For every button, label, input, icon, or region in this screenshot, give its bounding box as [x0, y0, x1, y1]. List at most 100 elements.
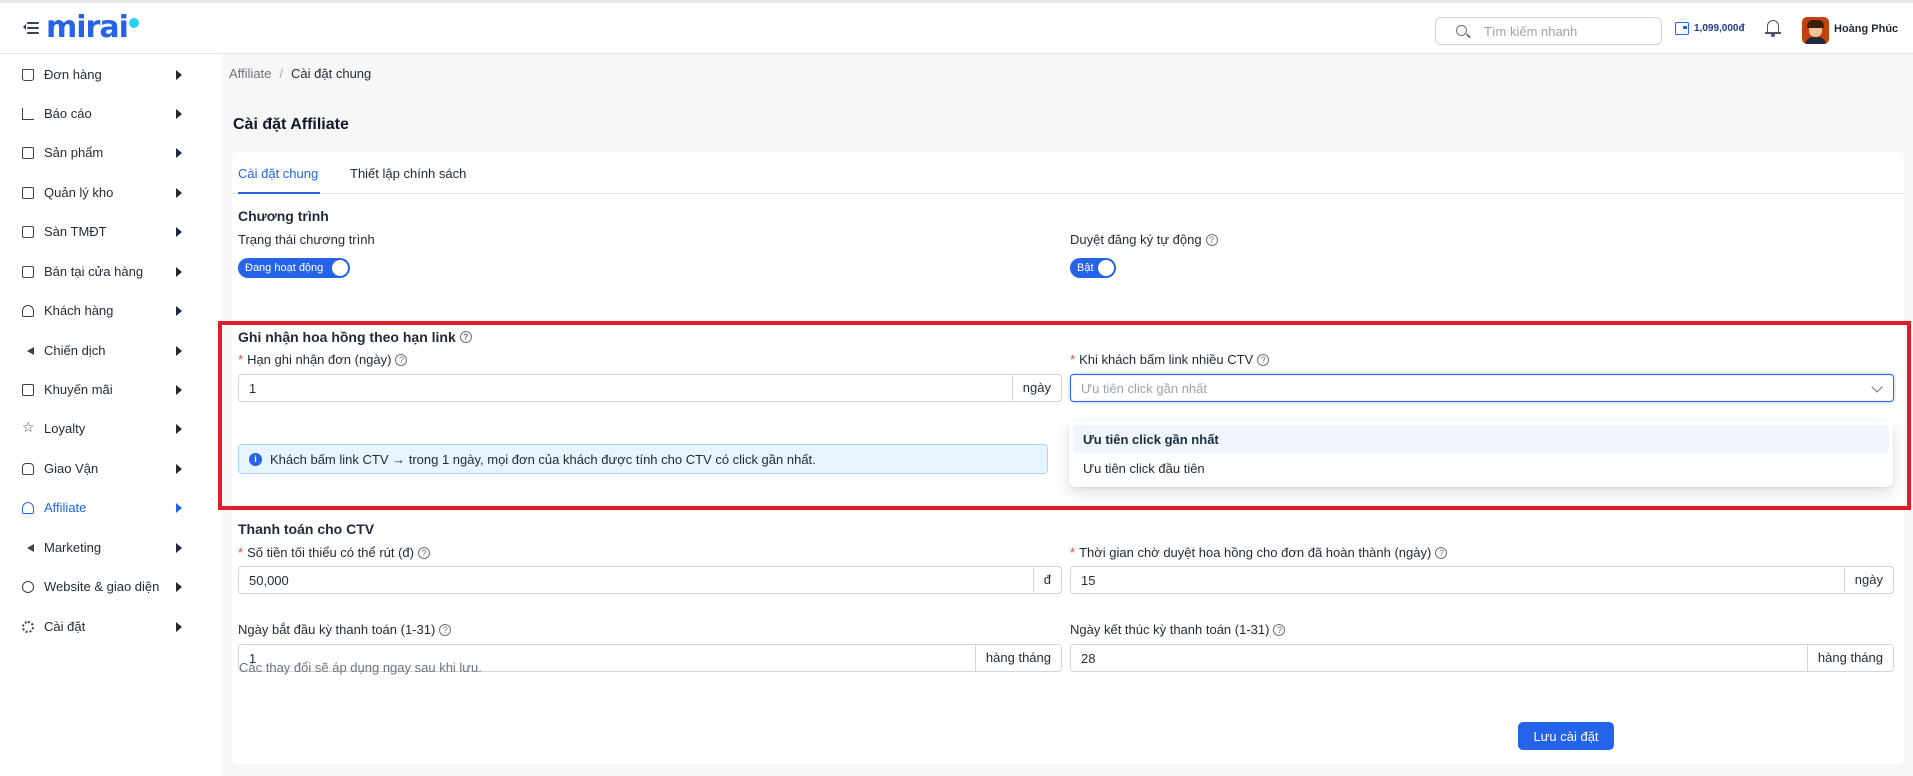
toggle-knob — [1098, 260, 1114, 276]
bag-icon — [22, 69, 34, 81]
caret-right-icon — [176, 109, 182, 119]
multi-ctv-dropdown: Ưu tiên click gần nhất Ưu tiên click đầu… — [1069, 421, 1893, 487]
approval-wait-input[interactable]: 15 ngày — [1070, 566, 1894, 594]
min-withdraw-input[interactable]: 50,000 đ — [238, 566, 1062, 594]
breadcrumb-parent[interactable]: Affiliate — [229, 66, 271, 81]
sidebar: Đơn hàng Báo cáo Sản phẩm Quản lý kho Sà… — [0, 54, 210, 776]
megaphone-icon — [22, 544, 34, 552]
caret-right-icon — [176, 148, 182, 158]
period-end-label: Ngày kết thúc kỳ thanh toán (1-31) ? — [1070, 622, 1286, 637]
approval-wait-unit: ngày — [1843, 567, 1893, 593]
period-end-unit: hàng tháng — [1806, 645, 1893, 671]
user-name[interactable]: Hoàng Phúc — [1834, 23, 1898, 35]
warehouse-icon — [22, 187, 34, 199]
help-icon[interactable]: ? — [1257, 353, 1270, 366]
caret-right-icon — [176, 503, 182, 513]
approval-wait-value: 15 — [1081, 573, 1096, 588]
bell-icon[interactable] — [1765, 18, 1781, 38]
sidebar-item-label: Khuyến mãi — [44, 382, 113, 397]
sidebar-item-label: Giao Vận — [44, 461, 99, 476]
payout-section-title: Thanh toán cho CTV — [238, 521, 375, 537]
sidebar-item-reports[interactable]: Báo cáo — [0, 99, 200, 129]
quick-search[interactable] — [1435, 17, 1662, 45]
approval-wait-label: * Thời gian chờ duyệt hoa hồng cho đơn đ… — [1070, 545, 1448, 560]
sidebar-item-products[interactable]: Sản phẩm — [0, 138, 200, 168]
period-start-label: Ngày bắt đầu kỳ thanh toán (1-31) ? — [238, 622, 452, 637]
attribution-window-input[interactable]: 1 ngày — [238, 374, 1062, 402]
sidebar-item-shipping[interactable]: Giao Vận — [0, 454, 200, 484]
help-icon[interactable]: ? — [1435, 546, 1448, 559]
help-icon[interactable]: ? — [418, 546, 430, 559]
gift-icon — [22, 384, 34, 396]
auto-approve-toggle-text: Bật — [1077, 262, 1094, 274]
help-icon[interactable]: ? — [1205, 233, 1218, 246]
sidebar-item-campaigns[interactable]: Chiến dịch — [0, 336, 200, 366]
sidebar-item-marketplace[interactable]: Sàn TMĐT — [0, 217, 200, 247]
help-icon[interactable]: ? — [395, 353, 408, 366]
program-status-label: Trạng thái chương trình — [238, 232, 375, 247]
period-start-unit: hàng tháng — [974, 645, 1061, 671]
toggle-knob — [332, 260, 348, 276]
sidebar-item-label: Khách hàng — [44, 303, 114, 318]
required-mark: * — [238, 545, 244, 560]
top-bar: mirai 1,099,000đ Hoàng Phúc — [0, 0, 1913, 54]
breadcrumb: Affiliate / Cài đặt chung — [229, 66, 371, 81]
dropdown-option-latest-click[interactable]: Ưu tiên click gần nhất — [1073, 425, 1889, 453]
store-icon — [22, 266, 34, 278]
caret-right-icon — [176, 306, 182, 316]
tab-bar: Cài đặt chung Thiết lập chính sách — [232, 152, 1904, 194]
auto-approve-toggle[interactable]: Bật — [1070, 258, 1116, 278]
period-end-input[interactable]: 28 hàng tháng — [1070, 644, 1894, 672]
sidebar-item-promotions[interactable]: Khuyến mãi — [0, 375, 200, 405]
logo[interactable]: mirai — [46, 13, 139, 43]
search-input[interactable] — [1484, 23, 1654, 40]
caret-right-icon — [176, 622, 182, 632]
wallet-icon — [1675, 22, 1689, 35]
active-tab-indicator — [238, 192, 320, 194]
sidebar-item-website[interactable]: Website & giao diện — [0, 572, 200, 602]
tab-general-settings[interactable]: Cài đặt chung — [238, 166, 318, 181]
multi-ctv-select[interactable]: Ưu tiên click gần nhất — [1070, 374, 1894, 402]
sidebar-item-label: Chiến dịch — [44, 343, 106, 358]
dropdown-option-first-click[interactable]: Ưu tiên click đầu tiên — [1073, 454, 1889, 482]
min-withdraw-label: * Số tiền tối thiểu có thể rút (đ) ? — [238, 545, 430, 560]
multi-ctv-placeholder: Ưu tiên click gần nhất — [1081, 381, 1208, 396]
sidebar-item-customers[interactable]: Khách hàng — [0, 296, 200, 326]
breadcrumb-separator: / — [279, 66, 284, 81]
save-note: Các thay đổi sẽ áp dụng ngay sau khi lưu… — [239, 660, 482, 675]
globe-icon — [22, 581, 34, 593]
attribution-window-label: * Hạn ghi nhận đơn (ngày) ? — [238, 352, 408, 367]
save-settings-button[interactable]: Lưu cài đặt — [1518, 722, 1614, 750]
menu-toggle-icon[interactable] — [23, 20, 42, 36]
help-icon[interactable]: ? — [1273, 623, 1286, 636]
bar-chart-icon — [22, 108, 34, 120]
program-status-toggle-text: Đang hoạt động — [245, 262, 324, 274]
program-status-toggle[interactable]: Đang hoạt động — [238, 258, 350, 278]
sidebar-item-settings[interactable]: Cài đặt — [0, 612, 200, 642]
caret-right-icon — [176, 346, 182, 356]
help-icon[interactable]: ? — [459, 331, 472, 343]
megaphone-icon — [22, 347, 34, 355]
multi-ctv-label: * Khi khách bấm link nhiều CTV ? — [1070, 352, 1270, 367]
affiliate-icon — [22, 502, 34, 514]
attribution-window-label-text: Hạn ghi nhận đơn (ngày) — [247, 352, 392, 367]
sidebar-item-orders[interactable]: Đơn hàng — [0, 60, 200, 90]
sidebar-item-label: Bán tại cửa hàng — [44, 264, 144, 279]
sidebar-item-affiliate[interactable]: Affiliate — [0, 493, 200, 523]
multi-ctv-label-text: Khi khách bấm link nhiều CTV — [1079, 352, 1254, 367]
min-withdraw-label-text: Số tiền tối thiểu có thể rút (đ) — [247, 545, 414, 560]
info-alert-text: Khách bấm link CTV → trong 1 ngày, mọi đ… — [270, 452, 816, 467]
sidebar-item-label: Affiliate — [44, 500, 87, 515]
sidebar-item-marketing[interactable]: Marketing — [0, 533, 200, 563]
min-withdraw-value: 50,000 — [249, 573, 289, 588]
sidebar-item-loyalty[interactable]: ☆ Loyalty — [0, 414, 200, 444]
breadcrumb-current: Cài đặt chung — [291, 66, 372, 81]
help-icon[interactable]: ? — [439, 623, 452, 636]
period-start-label-text: Ngày bắt đầu kỳ thanh toán (1-31) — [238, 622, 436, 637]
tab-policy-settings[interactable]: Thiết lập chính sách — [350, 166, 466, 181]
avatar[interactable] — [1802, 17, 1829, 44]
period-end-label-text: Ngày kết thúc kỳ thanh toán (1-31) — [1070, 622, 1270, 637]
sidebar-item-warehouse[interactable]: Quản lý kho — [0, 178, 200, 208]
wallet-balance[interactable]: 1,099,000đ — [1675, 22, 1745, 35]
sidebar-item-pos[interactable]: Bán tại cửa hàng — [0, 257, 200, 287]
